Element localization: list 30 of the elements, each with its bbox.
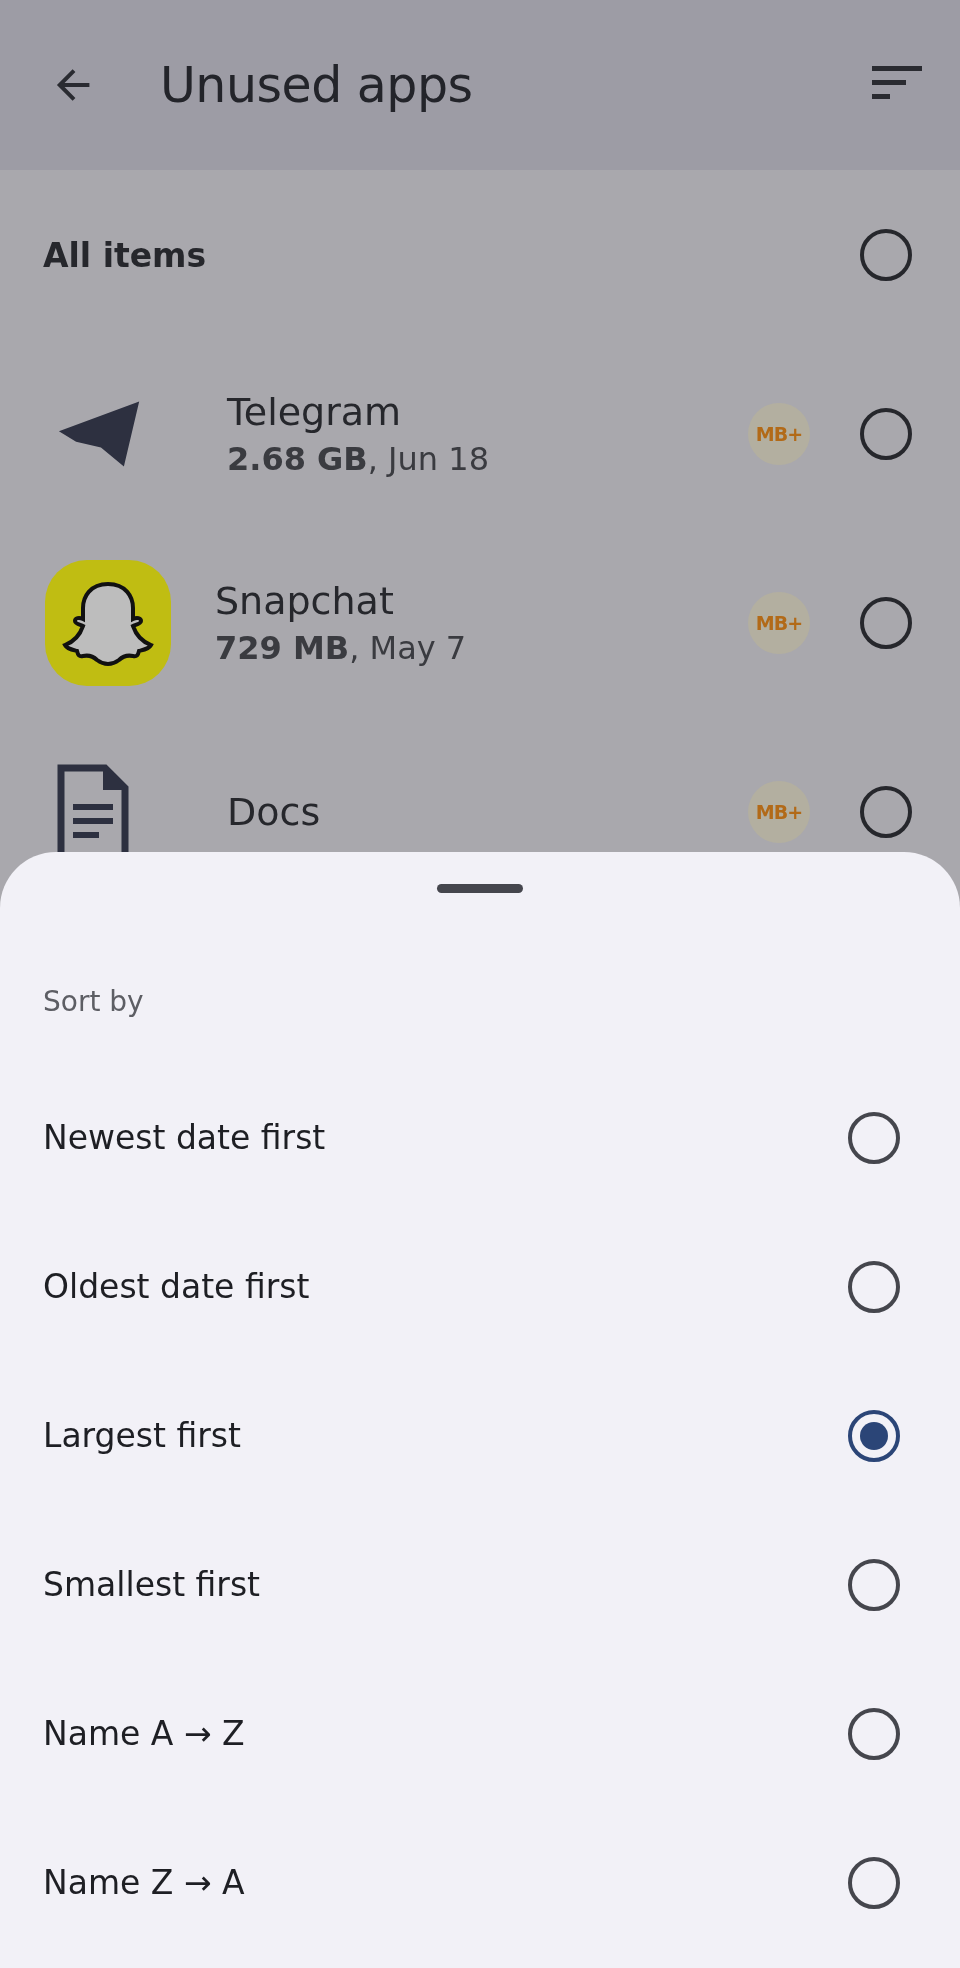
sort-option-radio[interactable] bbox=[848, 1707, 900, 1760]
sort-option-label: Name A → Z bbox=[43, 1714, 245, 1753]
app-size-date: 729 MB, May 7 bbox=[215, 628, 468, 667]
all-items-label: All items bbox=[43, 235, 207, 275]
app-select-radio[interactable] bbox=[860, 407, 912, 460]
sort-option-radio[interactable] bbox=[848, 1558, 900, 1611]
sheet-title: Sort by bbox=[43, 985, 145, 1018]
sort-option-label: Smallest first bbox=[43, 1565, 261, 1604]
app-select-radio[interactable] bbox=[860, 596, 912, 649]
sort-option-label: Newest date first bbox=[43, 1118, 326, 1157]
select-all-radio[interactable] bbox=[860, 229, 912, 281]
sort-option-label: Largest first bbox=[43, 1416, 241, 1455]
app-select-radio[interactable] bbox=[860, 785, 912, 838]
app-badge: MB+ bbox=[748, 780, 810, 843]
app-name: Telegram bbox=[227, 389, 403, 434]
screen-title: Unused apps bbox=[160, 56, 474, 114]
app-size-date: 2.68 GB, Jun 18 bbox=[227, 439, 490, 478]
app-badge: MB+ bbox=[748, 591, 810, 654]
app-name: Snapchat bbox=[215, 578, 395, 623]
app-name: Docs bbox=[227, 789, 322, 834]
drag-handle[interactable] bbox=[437, 884, 523, 893]
sort-option-radio[interactable] bbox=[848, 1409, 900, 1462]
sort-option-label: Name Z → A bbox=[43, 1863, 245, 1902]
sort-option-radio[interactable] bbox=[848, 1260, 900, 1313]
app-badge: MB+ bbox=[748, 402, 810, 465]
sort-option-label: Oldest date first bbox=[43, 1267, 310, 1306]
sort-option-radio[interactable] bbox=[848, 1111, 900, 1164]
sort-option-radio[interactable] bbox=[848, 1856, 900, 1909]
sort-icon[interactable] bbox=[872, 66, 922, 100]
ghost-app-icon bbox=[45, 559, 171, 686]
